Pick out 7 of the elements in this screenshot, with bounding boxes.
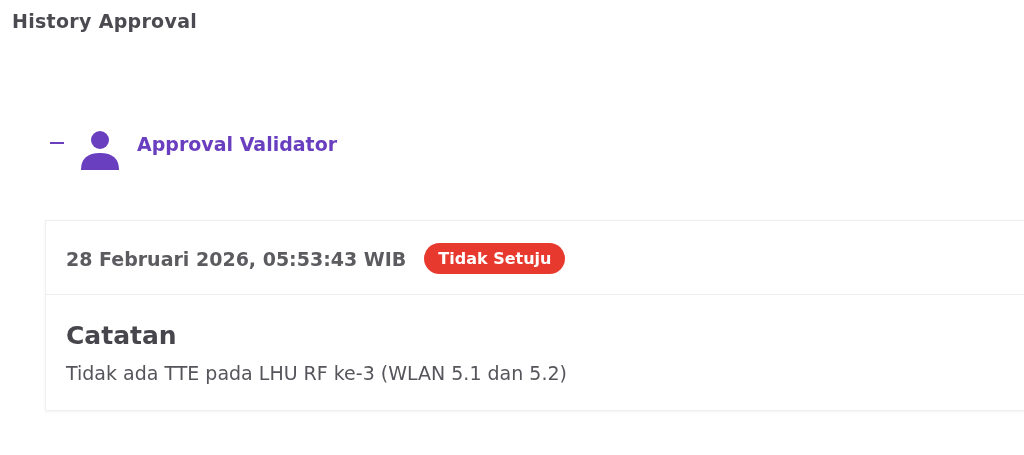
user-icon [79, 130, 121, 170]
timestamp: 28 Februari 2026, 05:53:43 WIB [66, 247, 407, 270]
note-heading: Catatan [66, 321, 178, 350]
status-badge: Tidak Setuju [424, 243, 566, 274]
note-text: Tidak ada TTE pada LHU RF ke-3 (WLAN 5.1 dan 5.2) [66, 362, 568, 384]
page-title: History Approval [12, 10, 199, 32]
approver-role: Approval Validator [137, 133, 338, 155]
